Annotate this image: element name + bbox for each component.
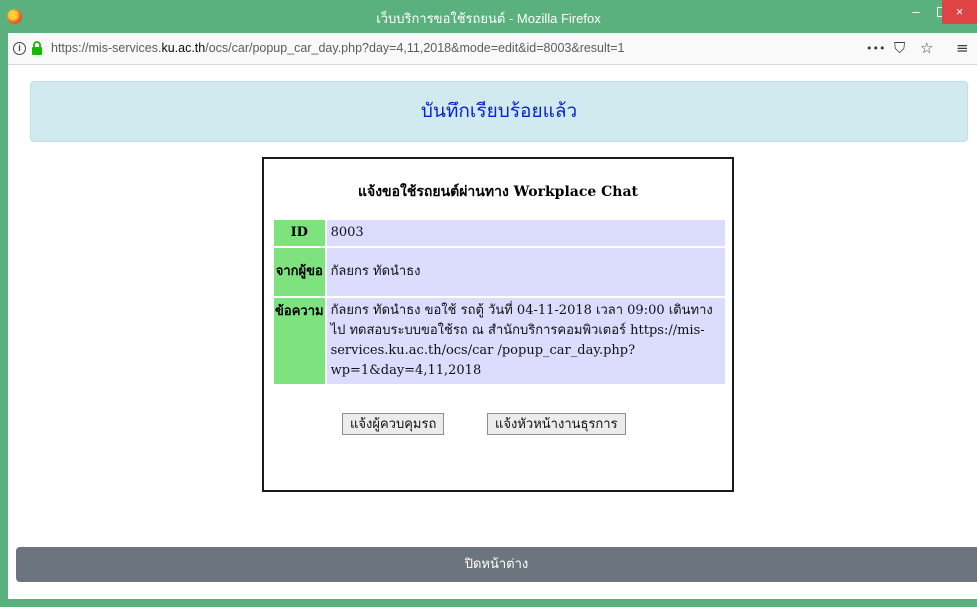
- url-path: /ocs/car/popup_car_day.php?day=4,11,2018…: [205, 41, 625, 55]
- window-titlebar: เว็บบริการขอใช้รถยนต์ - Mozilla Firefox …: [0, 0, 977, 33]
- window-frame-left: [0, 33, 8, 607]
- window-title: เว็บบริการขอใช้รถยนต์ - Mozilla Firefox: [376, 11, 601, 26]
- row-value-message: กัลยกร ทัดนำธง ขอใช้ รถตู้ วันที่ 04-11-…: [326, 298, 725, 384]
- menu-icon[interactable]: ≡: [956, 39, 969, 57]
- close-window-button[interactable]: ×: [942, 0, 977, 24]
- row-label-id: ID: [274, 220, 325, 246]
- row-value-id: 8003: [326, 220, 725, 246]
- row-label-message: ข้อความ: [274, 298, 325, 384]
- request-info-table: ID 8003 จากผู้ขอ กัลยกร ทัดนำธง ข้อความ …: [272, 218, 727, 386]
- table-row: ข้อความ กัลยกร ทัดนำธง ขอใช้ รถตู้ วันที…: [274, 298, 725, 384]
- url-field[interactable]: https://mis-services.ku.ac.th/ocs/car/po…: [51, 41, 625, 55]
- address-bar: i https://mis-services.ku.ac.th/ocs/car/…: [8, 33, 977, 65]
- notify-head-button[interactable]: แจ้งหัวหน้างานธุรการ: [487, 413, 626, 435]
- more-actions-icon[interactable]: •••: [866, 42, 885, 55]
- table-row: จากผู้ขอ กัลยกร ทัดนำธง: [274, 248, 725, 296]
- info-icon[interactable]: i: [13, 42, 26, 55]
- bookmark-star-icon[interactable]: ☆: [920, 39, 933, 57]
- notify-controller-button[interactable]: แจ้งผู้ควบคุมรถ: [342, 413, 445, 435]
- url-prefix: https://mis-services.: [51, 41, 162, 55]
- notification-card: แจ้งขอใช้รถยนต์ผ่านทาง Workplace Chat ID…: [262, 157, 734, 492]
- row-value-requester: กัลยกร ทัดนำธง: [326, 248, 725, 296]
- lock-icon[interactable]: [31, 41, 43, 55]
- pocket-icon[interactable]: ⛉: [894, 39, 905, 57]
- success-alert: บันทึกเรียบร้อยแล้ว: [30, 81, 968, 142]
- url-domain: ku.ac.th: [161, 41, 206, 55]
- table-row: ID 8003: [274, 220, 725, 246]
- row-label-requester: จากผู้ขอ: [274, 248, 325, 296]
- card-title: แจ้งขอใช้รถยนต์ผ่านทาง Workplace Chat: [357, 184, 638, 200]
- window-frame-bottom: [0, 599, 977, 607]
- close-page-button[interactable]: ปิดหน้าต่าง: [16, 547, 977, 582]
